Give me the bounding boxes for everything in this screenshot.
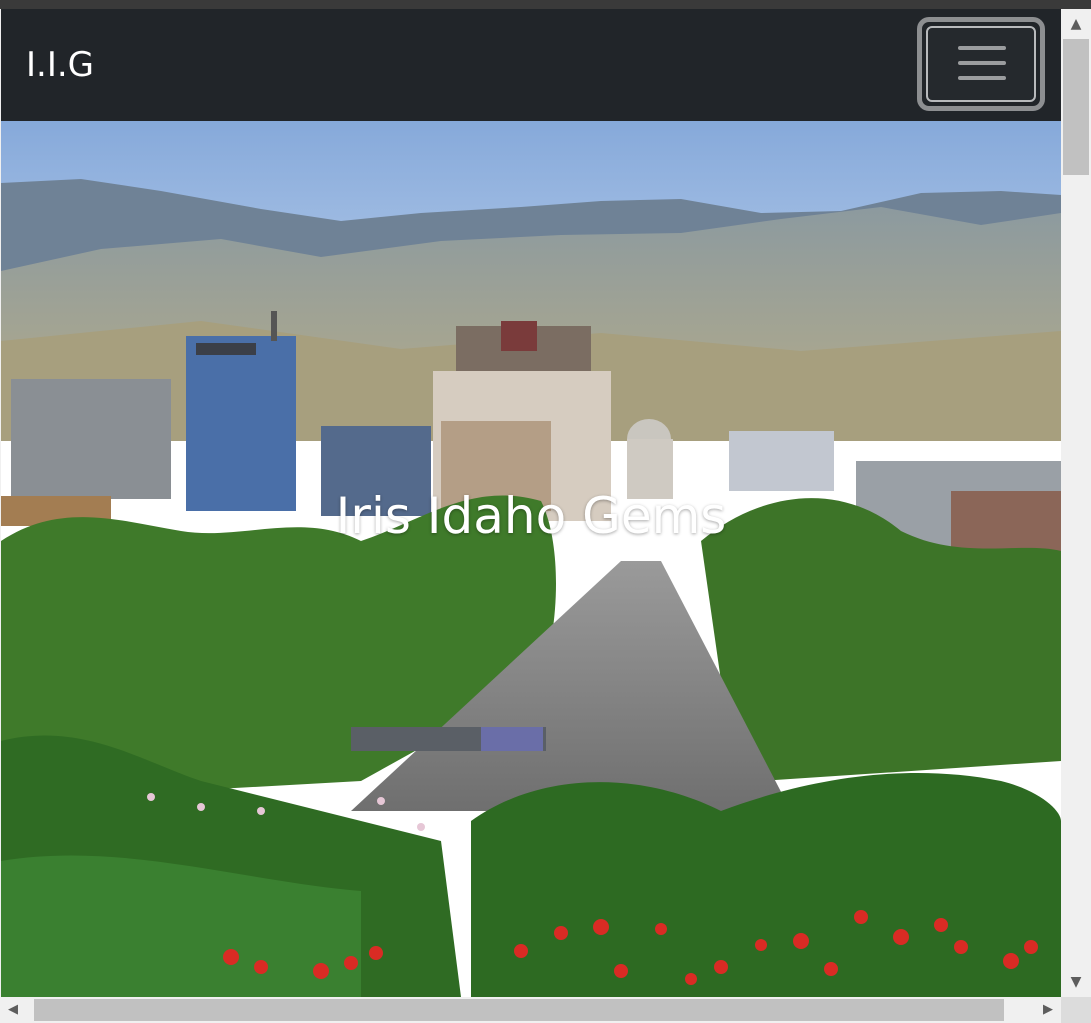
toggler-focus-ring: [926, 26, 1036, 102]
scrollbar-corner: [1061, 997, 1091, 1023]
horizontal-scroll-thumb[interactable]: [34, 999, 1004, 1021]
navbar-toggler-button[interactable]: [917, 17, 1045, 111]
scroll-right-arrow-icon[interactable]: ▶: [1035, 997, 1061, 1023]
page-viewport: I.I.G Iris Idaho Gems: [1, 9, 1061, 997]
hamburger-menu-icon: [958, 46, 1006, 91]
hero-image: [1, 121, 1061, 997]
hero-title: Iris Idaho Gems: [335, 487, 727, 545]
window-top-strip: [0, 0, 1091, 9]
scroll-left-arrow-icon[interactable]: ◀: [0, 997, 26, 1023]
scroll-down-arrow-icon[interactable]: ▼: [1061, 967, 1091, 997]
navbar: I.I.G: [1, 9, 1061, 121]
hero-section: Iris Idaho Gems: [1, 121, 1061, 997]
vertical-scrollbar[interactable]: ▲ ▼: [1061, 9, 1091, 997]
horizontal-scrollbar[interactable]: ◀ ▶: [0, 997, 1061, 1023]
vertical-scroll-thumb[interactable]: [1063, 39, 1089, 175]
scroll-up-arrow-icon[interactable]: ▲: [1061, 9, 1091, 39]
navbar-brand[interactable]: I.I.G: [26, 45, 94, 85]
